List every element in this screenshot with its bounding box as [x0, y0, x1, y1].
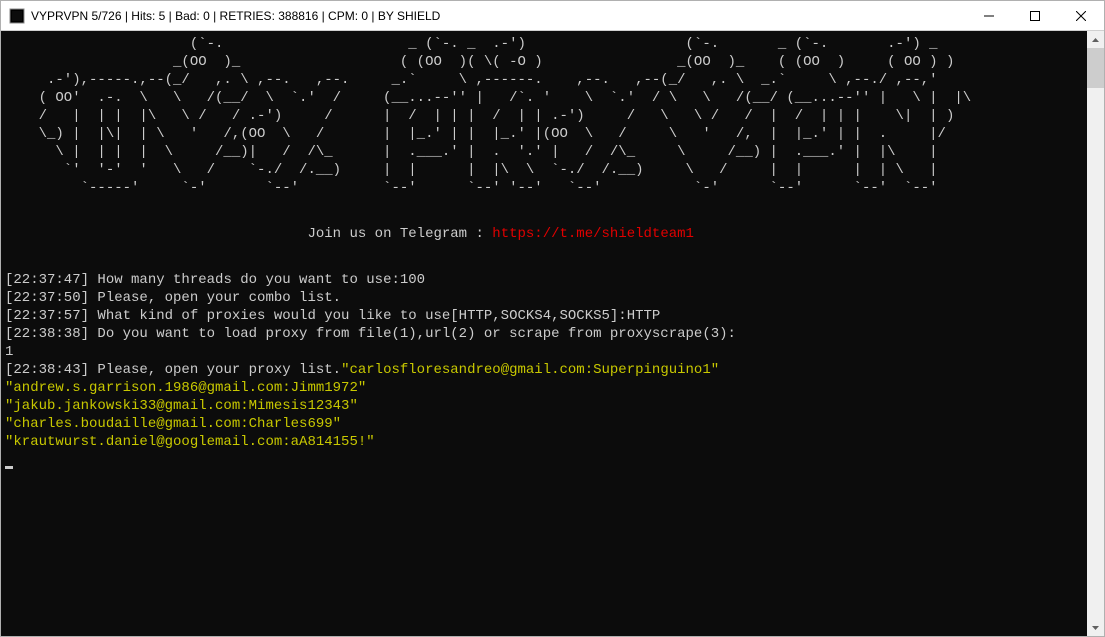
- cursor: [5, 466, 13, 469]
- hit-entry: "charles.boudaille@gmail.com:Charles699": [5, 415, 1083, 433]
- telegram-link[interactable]: https://t.me/shieldteam1: [492, 226, 694, 242]
- hit-entry: "andrew.s.garrison.1986@gmail.com:Jimm19…: [5, 379, 1083, 397]
- scrollbar-up-button[interactable]: [1087, 31, 1104, 48]
- scrollbar-thumb[interactable]: [1087, 48, 1104, 88]
- scrollbar-down-button[interactable]: [1087, 619, 1104, 636]
- telegram-line: Join us on Telegram : https://t.me/shiel…: [5, 225, 1083, 243]
- ascii-logo: (`-. _ (`-. _ .-') (`-. _ (`-. .-') _ _(…: [5, 35, 1083, 197]
- maximize-icon: [1030, 11, 1040, 21]
- content-area: (`-. _ (`-. _ .-') (`-. _ (`-. .-') _ _(…: [1, 31, 1104, 636]
- console-output[interactable]: (`-. _ (`-. _ .-') (`-. _ (`-. .-') _ _(…: [1, 31, 1087, 636]
- log-line: [22:38:38] Do you want to load proxy fro…: [5, 325, 1083, 343]
- vertical-scrollbar[interactable]: [1087, 31, 1104, 636]
- app-icon: [9, 8, 25, 24]
- close-button[interactable]: [1058, 1, 1104, 31]
- window-controls: [966, 1, 1104, 30]
- user-input: 1: [5, 343, 1083, 361]
- telegram-label: Join us on Telegram :: [307, 226, 492, 242]
- maximize-button[interactable]: [1012, 1, 1058, 31]
- telegram-prefix: [5, 226, 307, 242]
- window-title: VYPRVPN 5/726 | Hits: 5 | Bad: 0 | RETRI…: [31, 9, 966, 23]
- hit-entry: "jakub.jankowski33@gmail.com:Mimesis1234…: [5, 397, 1083, 415]
- app-window: VYPRVPN 5/726 | Hits: 5 | Bad: 0 | RETRI…: [0, 0, 1105, 637]
- log-line: [22:37:57] What kind of proxies would yo…: [5, 307, 1083, 325]
- chevron-up-icon: [1092, 38, 1099, 42]
- close-icon: [1076, 11, 1086, 21]
- hit-entry: "carlosfloresandreo@gmail.com:Superpingu…: [341, 362, 719, 378]
- chevron-down-icon: [1092, 626, 1099, 630]
- log-line: [22:37:47] How many threads do you want …: [5, 271, 1083, 289]
- minimize-button[interactable]: [966, 1, 1012, 31]
- titlebar: VYPRVPN 5/726 | Hits: 5 | Bad: 0 | RETRI…: [1, 1, 1104, 31]
- log-line: [22:37:50] Please, open your combo list.: [5, 289, 1083, 307]
- hit-entry: "krautwurst.daniel@googlemail.com:aA8141…: [5, 433, 1083, 451]
- minimize-icon: [984, 11, 994, 21]
- log-line: [22:38:43] Please, open your proxy list.…: [5, 361, 1083, 379]
